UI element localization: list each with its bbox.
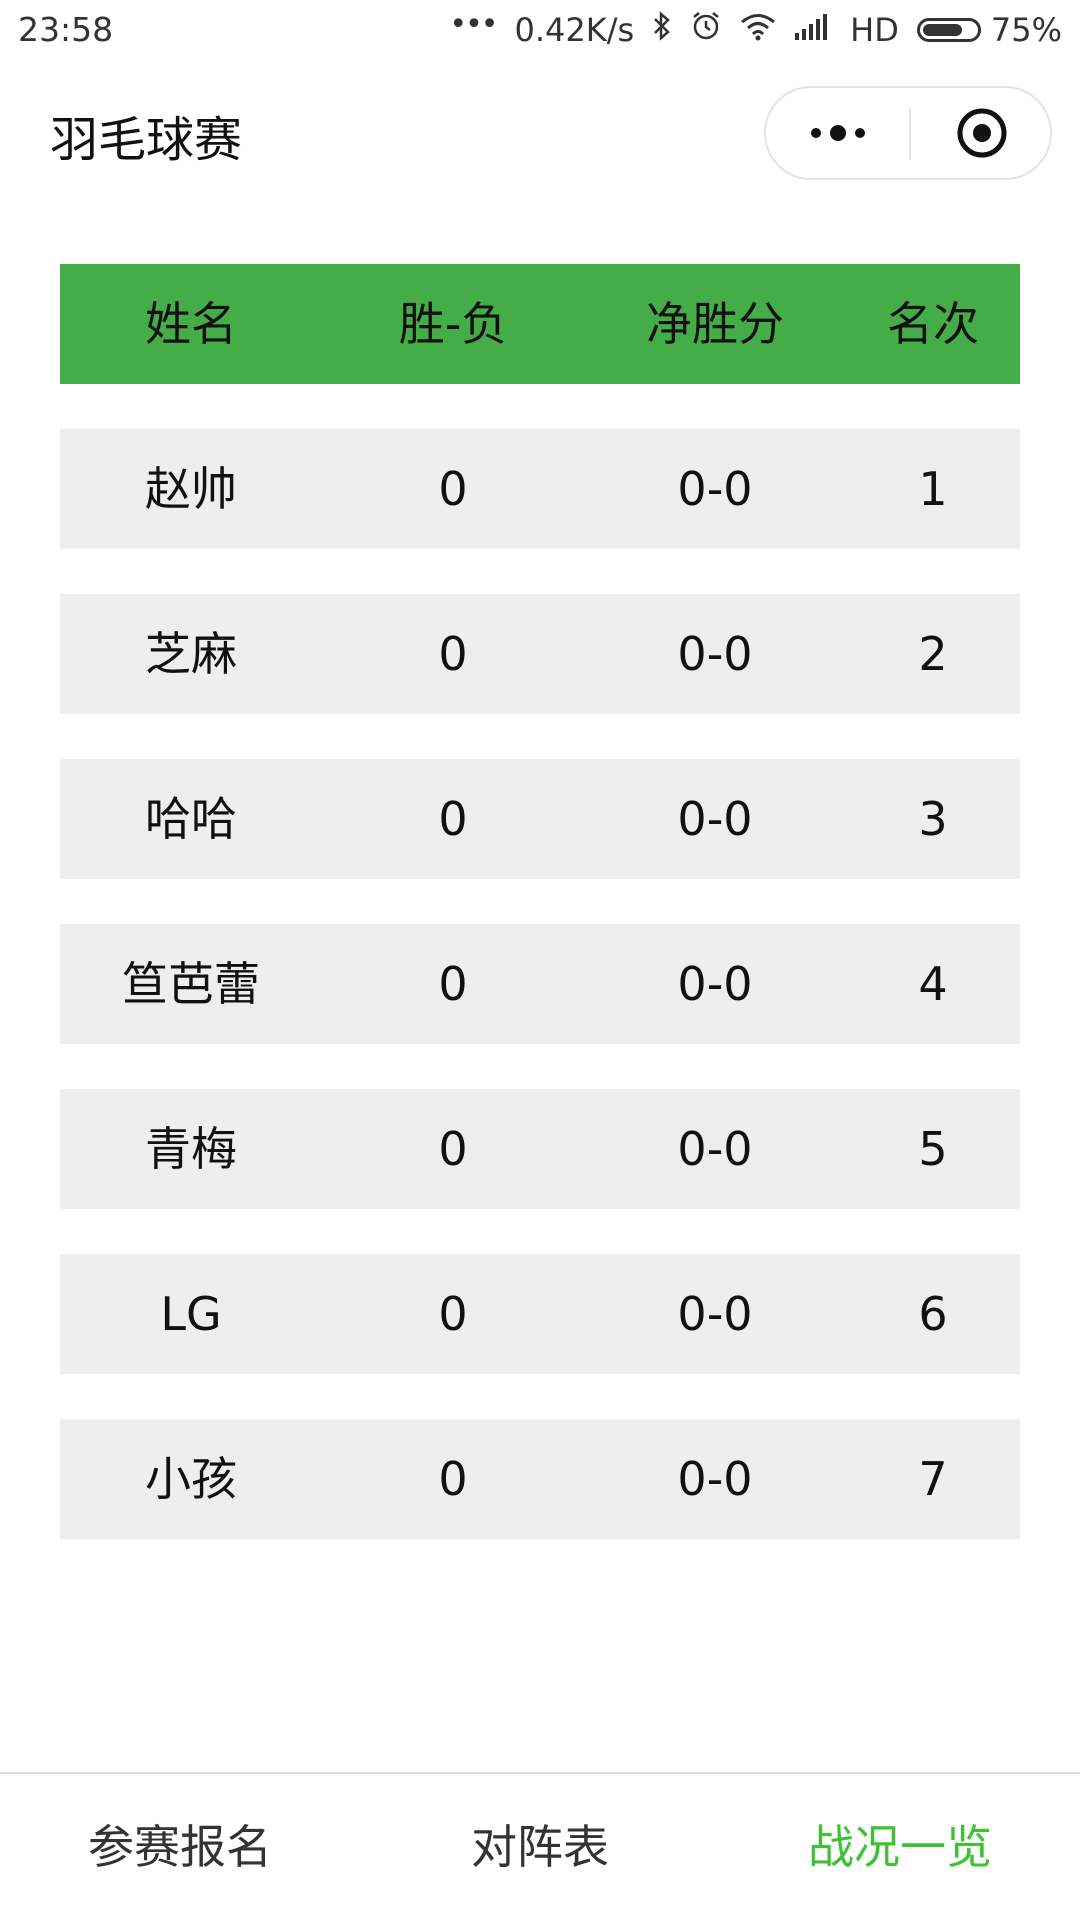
tab-registration[interactable]: 参赛报名 [0,1774,360,1920]
network-speed: 0.42K/s [514,11,635,49]
player-name: 哈哈 [145,792,237,846]
player-name: LG [160,1287,222,1341]
win-loss: 0 [438,1122,468,1176]
table-header: 姓名 胜-负 净胜分 名次 [60,264,1020,384]
net-points: 0-0 [677,1287,753,1341]
net-points: 0-0 [677,792,753,846]
alarm-icon [690,10,722,50]
win-loss: 0 [438,1287,468,1341]
player-name: 笪芭蕾 [122,957,260,1011]
rank: 4 [918,957,948,1011]
player-name: 芝麻 [145,627,237,681]
table-row: 芝麻 0 0-0 2 [60,594,1020,714]
table-row: 青梅 0 0-0 5 [60,1089,1020,1209]
table-row: 笪芭蕾 0 0-0 4 [60,924,1020,1044]
standings-table: 姓名 胜-负 净胜分 名次 赵帅 0 0-0 1 芝麻 0 0-0 2 哈哈 0… [60,264,1020,1539]
player-name: 青梅 [145,1122,237,1176]
status-icons: ••• 0.42K/s HD 75% [449,6,1062,52]
win-loss: 0 [438,1452,468,1506]
table-row: LG 0 0-0 6 [60,1254,1020,1374]
table-row: 小孩 0 0-0 7 [60,1419,1020,1539]
status-time: 23:58 [18,10,114,49]
net-points: 0-0 [677,1452,753,1506]
win-loss: 0 [438,462,468,516]
rank: 5 [918,1122,948,1176]
more-dots-icon[interactable] [766,88,909,178]
rank: 1 [918,462,948,516]
net-points: 0-0 [677,462,753,516]
player-name: 赵帅 [145,462,237,516]
tab-bar: 参赛报名 对阵表 战况一览 [0,1772,1080,1922]
table-row: 赵帅 0 0-0 1 [60,429,1020,549]
network-type: HD [850,11,899,49]
tab-overview[interactable]: 战况一览 [720,1774,1080,1920]
rank: 2 [918,627,948,681]
win-loss: 0 [438,957,468,1011]
title-bar: 羽毛球赛 [0,62,1080,202]
mini-program-capsule [764,86,1052,180]
rank: 3 [918,792,948,846]
tab-matchups[interactable]: 对阵表 [360,1774,720,1920]
bluetooth-icon [652,11,672,49]
player-name: 小孩 [145,1452,237,1506]
net-points: 0-0 [677,1122,753,1176]
net-points: 0-0 [677,627,753,681]
win-loss: 0 [438,627,468,681]
battery-icon: 75% [916,11,1062,49]
column-header-win-loss: 胜-负 [398,297,508,351]
column-header-name: 姓名 [145,297,237,351]
signal-icon [794,11,832,49]
rank: 6 [918,1287,948,1341]
column-header-net-points: 净胜分 [646,297,784,351]
battery-percent: 75% [990,11,1062,49]
target-close-icon[interactable] [911,88,1052,178]
win-loss: 0 [438,792,468,846]
more-dots-icon: ••• [449,6,498,42]
page-title: 羽毛球赛 [50,112,243,168]
net-points: 0-0 [677,957,753,1011]
status-bar: 23:58 ••• 0.42K/s HD 75% [0,0,1080,62]
column-header-rank: 名次 [887,297,979,351]
rank: 7 [918,1452,948,1506]
wifi-icon [740,11,776,49]
table-row: 哈哈 0 0-0 3 [60,759,1020,879]
